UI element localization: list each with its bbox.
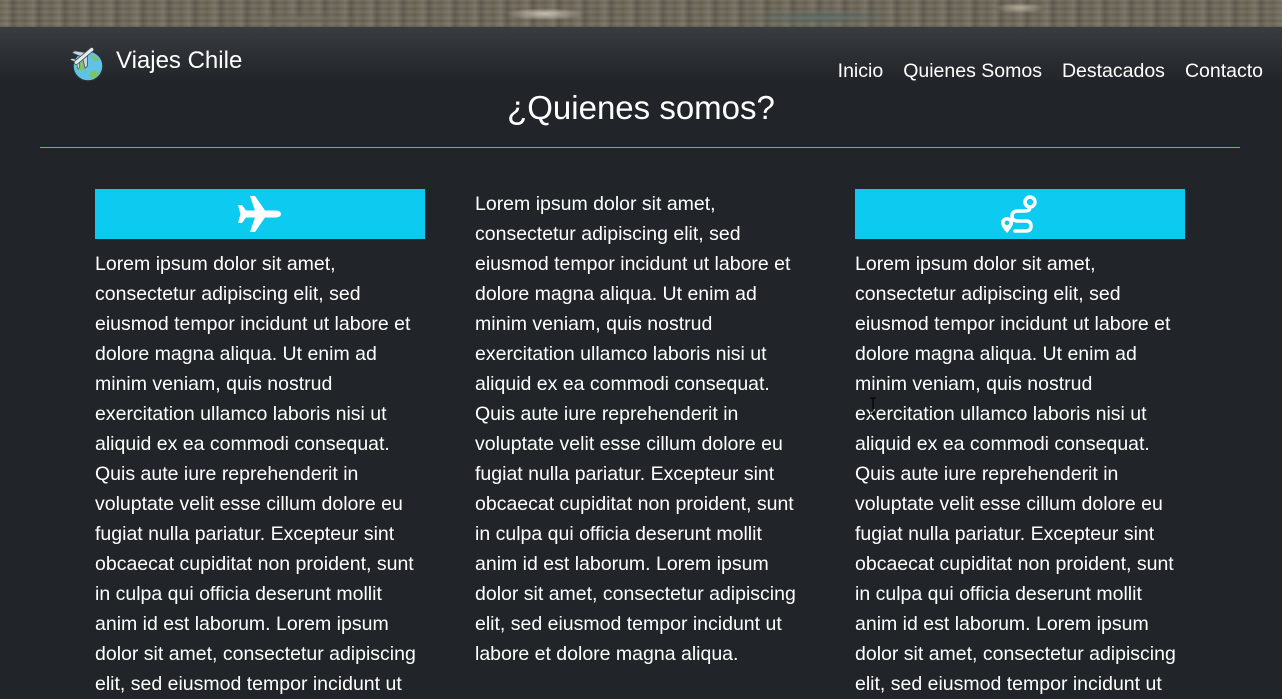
section-title: ¿Quienes somos?: [507, 89, 775, 126]
nav-links: Inicio Quienes Somos Destacados Contacto: [818, 58, 1263, 84]
nav-link-inicio[interactable]: Inicio: [838, 58, 884, 84]
globe-airplane-logo-icon: [69, 47, 104, 82]
brand[interactable]: Viajes Chile: [66, 41, 242, 85]
nav-link-contacto[interactable]: Contacto: [1185, 58, 1263, 84]
hero-image-strip: [0, 0, 1282, 27]
column-2: Lorem ipsum dolor sit amet, consectetur …: [475, 189, 805, 669]
nav-link-quienes-somos[interactable]: Quienes Somos: [903, 58, 1042, 84]
navbar: Viajes Chile Inicio Quienes Somos Destac…: [0, 27, 1282, 82]
section-divider: [40, 147, 1240, 148]
brand-name: Viajes Chile: [116, 47, 243, 74]
text-cursor-icon: [870, 397, 876, 415]
column-2-text: Lorem ipsum dolor sit amet, consectetur …: [475, 193, 796, 665]
nav-link-destacados[interactable]: Destacados: [1062, 58, 1165, 84]
